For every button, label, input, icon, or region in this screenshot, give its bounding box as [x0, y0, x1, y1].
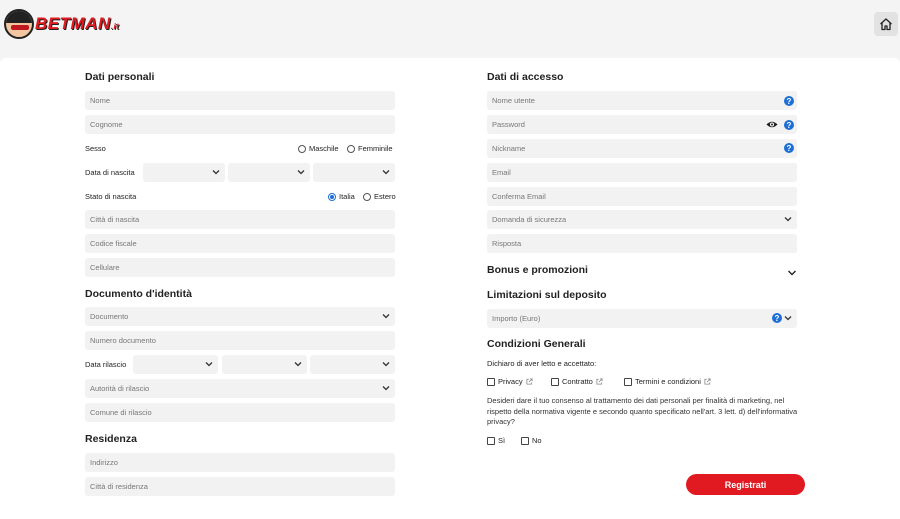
- logo-text: BETMAN.it: [35, 14, 120, 33]
- checkbox-box: [624, 377, 632, 386]
- citta-residenza-input[interactable]: Città di residenza: [85, 477, 395, 496]
- consenso-si-checkbox[interactable]: Sì: [487, 436, 505, 445]
- email-input[interactable]: Email: [487, 163, 797, 182]
- consenso-text: Desideri dare il tuo consenso al trattam…: [487, 396, 798, 426]
- sesso-label: Sesso: [85, 144, 106, 153]
- chevron-down-icon: [382, 170, 390, 175]
- radio-label: Maschile: [309, 144, 339, 153]
- chevron-down-icon: [784, 217, 792, 222]
- checkbox-box: [551, 377, 559, 386]
- contratto-checkbox[interactable]: Contratto: [551, 377, 603, 386]
- importo-select[interactable]: Importo (Euro): [487, 309, 797, 328]
- chevron-down-icon[interactable]: [787, 268, 797, 278]
- stato-nascita-label: Stato di nascita: [85, 192, 137, 201]
- home-button[interactable]: [874, 12, 898, 36]
- chevron-down-icon: [382, 362, 390, 367]
- documento-select[interactable]: Documento: [85, 307, 395, 326]
- cellulare-input[interactable]: Cellulare: [85, 258, 395, 277]
- radio-label: Estero: [374, 192, 396, 201]
- comune-rilascio-input[interactable]: Comune di rilascio: [85, 403, 395, 422]
- section-title-dati-personali: Dati personali: [85, 71, 155, 83]
- consenso-no-checkbox[interactable]: No: [521, 436, 542, 445]
- dichiaro-text: Dichiaro di aver letto e accettato:: [487, 359, 597, 368]
- select-value: Domanda di sicurezza: [492, 215, 567, 224]
- registrati-button[interactable]: Registrati: [686, 474, 805, 495]
- help-circle-icon[interactable]: ?: [784, 96, 794, 106]
- betman-logo[interactable]: BETMAN.it: [4, 9, 119, 39]
- cognome-input[interactable]: Cognome: [85, 115, 395, 134]
- help-circle-icon[interactable]: ?: [784, 120, 794, 130]
- radio-femminile[interactable]: Femminile: [347, 144, 393, 153]
- autorita-rilascio-select[interactable]: Autorità di rilascio: [85, 379, 395, 398]
- select-value: Autorità di rilascio: [90, 384, 150, 393]
- logo-mascot-icon: [4, 9, 34, 39]
- checkbox-box: [487, 436, 495, 445]
- chevron-down-icon: [294, 362, 302, 367]
- chevron-down-icon: [382, 314, 390, 319]
- checkbox-label: No: [532, 436, 542, 445]
- chevron-down-icon: [784, 316, 792, 321]
- checkbox-label: Privacy: [498, 377, 523, 386]
- checkbox-label: Contratto: [562, 377, 593, 386]
- chevron-down-icon: [205, 362, 213, 367]
- external-link-icon[interactable]: [526, 378, 533, 385]
- checkbox-box: [521, 436, 529, 445]
- issue-month-select[interactable]: [222, 355, 307, 374]
- radio-circle-selected: [328, 192, 336, 201]
- section-title-documento: Documento d'identità: [85, 288, 192, 300]
- top-bar: BETMAN.it: [0, 0, 900, 48]
- placeholder: Nome utente: [492, 96, 535, 105]
- eye-icon[interactable]: [766, 120, 778, 129]
- radio-circle: [363, 192, 371, 201]
- section-title-residenza: Residenza: [85, 433, 137, 445]
- privacy-checkbox[interactable]: Privacy: [487, 377, 533, 386]
- section-title-limitazioni: Limitazioni sul deposito: [487, 289, 607, 301]
- chevron-down-icon: [297, 170, 305, 175]
- section-title-dati-accesso: Dati di accesso: [487, 71, 564, 83]
- select-value: Importo (Euro): [492, 314, 541, 323]
- checkbox-box: [487, 377, 495, 386]
- external-link-icon[interactable]: [596, 378, 603, 385]
- risposta-input[interactable]: Risposta: [487, 234, 797, 253]
- nickname-input[interactable]: Nickname: [487, 139, 797, 158]
- section-title-bonus: Bonus e promozioni: [487, 264, 588, 276]
- domanda-sicurezza-select[interactable]: Domanda di sicurezza: [487, 210, 797, 229]
- home-icon: [880, 18, 892, 31]
- birth-year-select[interactable]: [313, 163, 395, 182]
- checkbox-label: Sì: [498, 436, 506, 445]
- radio-circle: [298, 144, 306, 153]
- checkbox-label: Termini e condizioni: [635, 377, 701, 386]
- radio-estero[interactable]: Estero: [363, 192, 396, 201]
- chevron-down-icon: [212, 170, 220, 175]
- select-value: Documento: [90, 312, 129, 321]
- data-nascita-label: Data di nascita: [85, 168, 135, 177]
- help-circle-icon[interactable]: ?: [784, 143, 794, 153]
- external-link-icon[interactable]: [704, 378, 711, 385]
- radio-circle: [347, 144, 355, 153]
- termini-checkbox[interactable]: Termini e condizioni: [624, 377, 711, 386]
- nome-utente-input[interactable]: Nome utente: [487, 91, 797, 110]
- citta-nascita-input[interactable]: Città di nascita: [85, 210, 395, 229]
- radio-italia[interactable]: Italia: [328, 192, 355, 201]
- indirizzo-input[interactable]: Indirizzo: [85, 453, 395, 472]
- data-rilascio-label: Data rilascio: [85, 360, 127, 369]
- codice-fiscale-input[interactable]: Codice fiscale: [85, 234, 395, 253]
- birth-month-select[interactable]: [228, 163, 310, 182]
- issue-day-select[interactable]: [133, 355, 218, 374]
- nome-input[interactable]: Nome: [85, 91, 395, 110]
- section-title-condizioni: Condizioni Generali: [487, 338, 586, 350]
- radio-label: Femminile: [358, 144, 393, 153]
- chevron-down-icon: [382, 386, 390, 391]
- issue-year-select[interactable]: [310, 355, 395, 374]
- help-circle-icon[interactable]: ?: [772, 313, 782, 323]
- numero-documento-input[interactable]: Numero documento: [85, 331, 395, 350]
- birth-day-select[interactable]: [143, 163, 225, 182]
- radio-label: Italia: [339, 192, 355, 201]
- placeholder: Password: [492, 120, 525, 129]
- password-input[interactable]: Password: [487, 115, 797, 134]
- radio-maschile[interactable]: Maschile: [298, 144, 339, 153]
- placeholder: Nickname: [492, 144, 526, 153]
- conferma-email-input[interactable]: Conferma Email: [487, 187, 797, 206]
